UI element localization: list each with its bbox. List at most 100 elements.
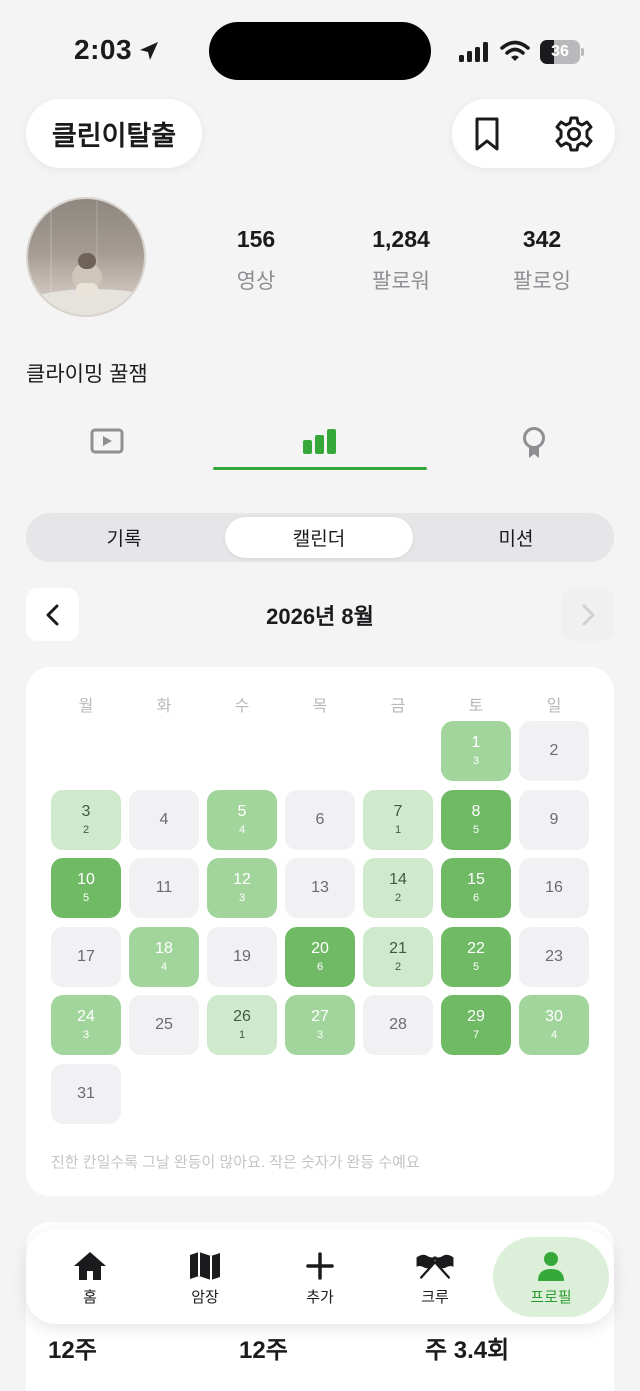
tab-gyms[interactable]: 암장 <box>147 1237 263 1317</box>
calendar-day[interactable]: 28 <box>363 995 433 1055</box>
calendar-day[interactable]: 11 <box>129 858 199 918</box>
segment-calendar[interactable]: 캘린더 <box>225 517 413 558</box>
app-title: 클린이탈출 <box>26 99 202 168</box>
day-number: 17 <box>77 948 95 965</box>
calendar-day[interactable]: 18 4 <box>129 927 199 987</box>
calendar-day[interactable]: 22 5 <box>441 927 511 987</box>
bookmark-button[interactable] <box>466 113 508 155</box>
segment-missions[interactable]: 미션 <box>422 517 610 558</box>
calendar-card: 월 화 수 목 금 토 일 진한 칸일수록 그날 완등이 많아요. 작은 숫자가… <box>26 667 614 1196</box>
calendar-day[interactable]: 6 <box>285 790 355 850</box>
calendar-day[interactable]: 30 4 <box>519 995 589 1055</box>
video-icon <box>90 428 123 454</box>
day-number: 3 <box>81 803 91 820</box>
calendar-day[interactable]: 85 <box>441 790 511 850</box>
day-number: 29 <box>467 1008 485 1025</box>
active-tab-indicator <box>213 467 427 470</box>
calendar-day[interactable]: 21 2 <box>363 927 433 987</box>
calendar-day[interactable]: 10 5 <box>51 858 121 918</box>
calendar-day[interactable]: 20 6 <box>285 927 355 987</box>
tab-badges[interactable] <box>427 420 640 470</box>
location-arrow-icon <box>140 42 158 60</box>
day-number: 27 <box>311 1008 329 1025</box>
send-count: 5 <box>472 824 480 836</box>
profile-bio: 클라이밍 꿀잼 <box>26 363 148 386</box>
send-count: 5 <box>82 892 90 904</box>
crossed-flags-icon <box>416 1254 454 1279</box>
calendar-day[interactable]: 29 7 <box>441 995 511 1055</box>
send-count: 2 <box>82 824 90 836</box>
calendar-day[interactable]: 26 1 <box>207 995 277 1055</box>
day-number: 5 <box>237 803 247 820</box>
stat-label: 영상 <box>236 270 276 293</box>
calendar-day[interactable]: 17 <box>51 927 121 987</box>
calendar-day[interactable]: 32 <box>51 790 121 850</box>
cellular-signal-icon <box>459 42 488 62</box>
day-number: 14 <box>389 871 407 888</box>
stat-following[interactable]: 342 팔로잉 <box>482 226 602 295</box>
calendar-day[interactable]: 9 <box>519 790 589 850</box>
tab-videos[interactable] <box>0 420 213 470</box>
wifi-icon <box>500 40 530 61</box>
day-number: 15 <box>467 871 485 888</box>
tab-home[interactable]: 홈 <box>32 1237 148 1317</box>
day-number: 8 <box>471 803 481 820</box>
calendar-day[interactable]: 12 3 <box>207 858 277 918</box>
calendar-day[interactable]: 24 3 <box>51 995 121 1055</box>
status-time: 2:03 <box>74 34 133 65</box>
calendar-day[interactable]: 19 <box>207 927 277 987</box>
next-month-button[interactable] <box>561 588 614 641</box>
calendar-day[interactable]: 4 <box>129 790 199 850</box>
dynamic-island <box>209 22 431 80</box>
segment-records[interactable]: 기록 <box>30 517 218 558</box>
calendar-day[interactable]: 13 <box>285 858 355 918</box>
tab-add[interactable]: 추가 <box>262 1237 378 1317</box>
summary-streak: 12주 <box>239 1337 288 1364</box>
calendar-day[interactable]: 15 6 <box>441 858 511 918</box>
send-count: 2 <box>394 892 402 904</box>
stat-label: 팔로잉 <box>513 270 571 293</box>
send-count: 5 <box>472 961 480 973</box>
summary-frequency: 주 3.4회 <box>425 1337 510 1364</box>
day-number: 23 <box>545 948 563 965</box>
stat-followers[interactable]: 1,284 팔로워 <box>341 226 461 295</box>
calendar-day[interactable]: 25 <box>129 995 199 1055</box>
send-count: 7 <box>472 1029 480 1041</box>
calendar-day[interactable]: 16 <box>519 858 589 918</box>
stat-videos[interactable]: 156 영상 <box>196 226 316 295</box>
avatar[interactable] <box>26 197 146 317</box>
calendar-day[interactable]: 71 <box>363 790 433 850</box>
calendar-day[interactable]: 23 <box>519 927 589 987</box>
day-number: 2 <box>549 742 559 759</box>
calendar-day[interactable]: 2 <box>519 721 589 781</box>
tab-crew[interactable]: 크루 <box>377 1237 493 1317</box>
tab-label: 홈 <box>83 1288 97 1306</box>
calendar-day[interactable]: 13 <box>441 721 511 781</box>
weekday-label: 월 <box>78 698 94 715</box>
calendar-day[interactable]: 14 2 <box>363 858 433 918</box>
tab-stats[interactable] <box>213 420 426 470</box>
tab-profile[interactable]: 프로필 <box>493 1237 609 1317</box>
settings-button[interactable] <box>553 113 595 155</box>
tab-label: 암장 <box>191 1288 219 1306</box>
day-number: 22 <box>467 940 485 957</box>
stat-value: 1,284 <box>372 226 430 252</box>
send-count: 3 <box>238 892 246 904</box>
day-number: 13 <box>311 879 329 896</box>
day-number: 18 <box>155 940 173 957</box>
calendar-day[interactable]: 31 <box>51 1064 121 1124</box>
send-count: 4 <box>238 824 246 836</box>
send-count: 3 <box>82 1029 90 1041</box>
send-count: 4 <box>550 1029 558 1041</box>
day-number: 16 <box>545 879 563 896</box>
chevron-right-icon <box>582 604 594 625</box>
weekday-label: 금 <box>390 698 406 715</box>
day-number: 4 <box>159 811 169 828</box>
calendar-day[interactable]: 54 <box>207 790 277 850</box>
calendar-day[interactable]: 27 3 <box>285 995 355 1055</box>
bookmark-icon <box>475 117 499 151</box>
calendar-legend-note: 진한 칸일수록 그날 완등이 많아요. 작은 숫자가 완등 수예요 <box>51 1154 420 1171</box>
send-count: 6 <box>316 961 324 973</box>
bar-chart-icon <box>302 429 336 454</box>
day-number: 7 <box>393 803 403 820</box>
